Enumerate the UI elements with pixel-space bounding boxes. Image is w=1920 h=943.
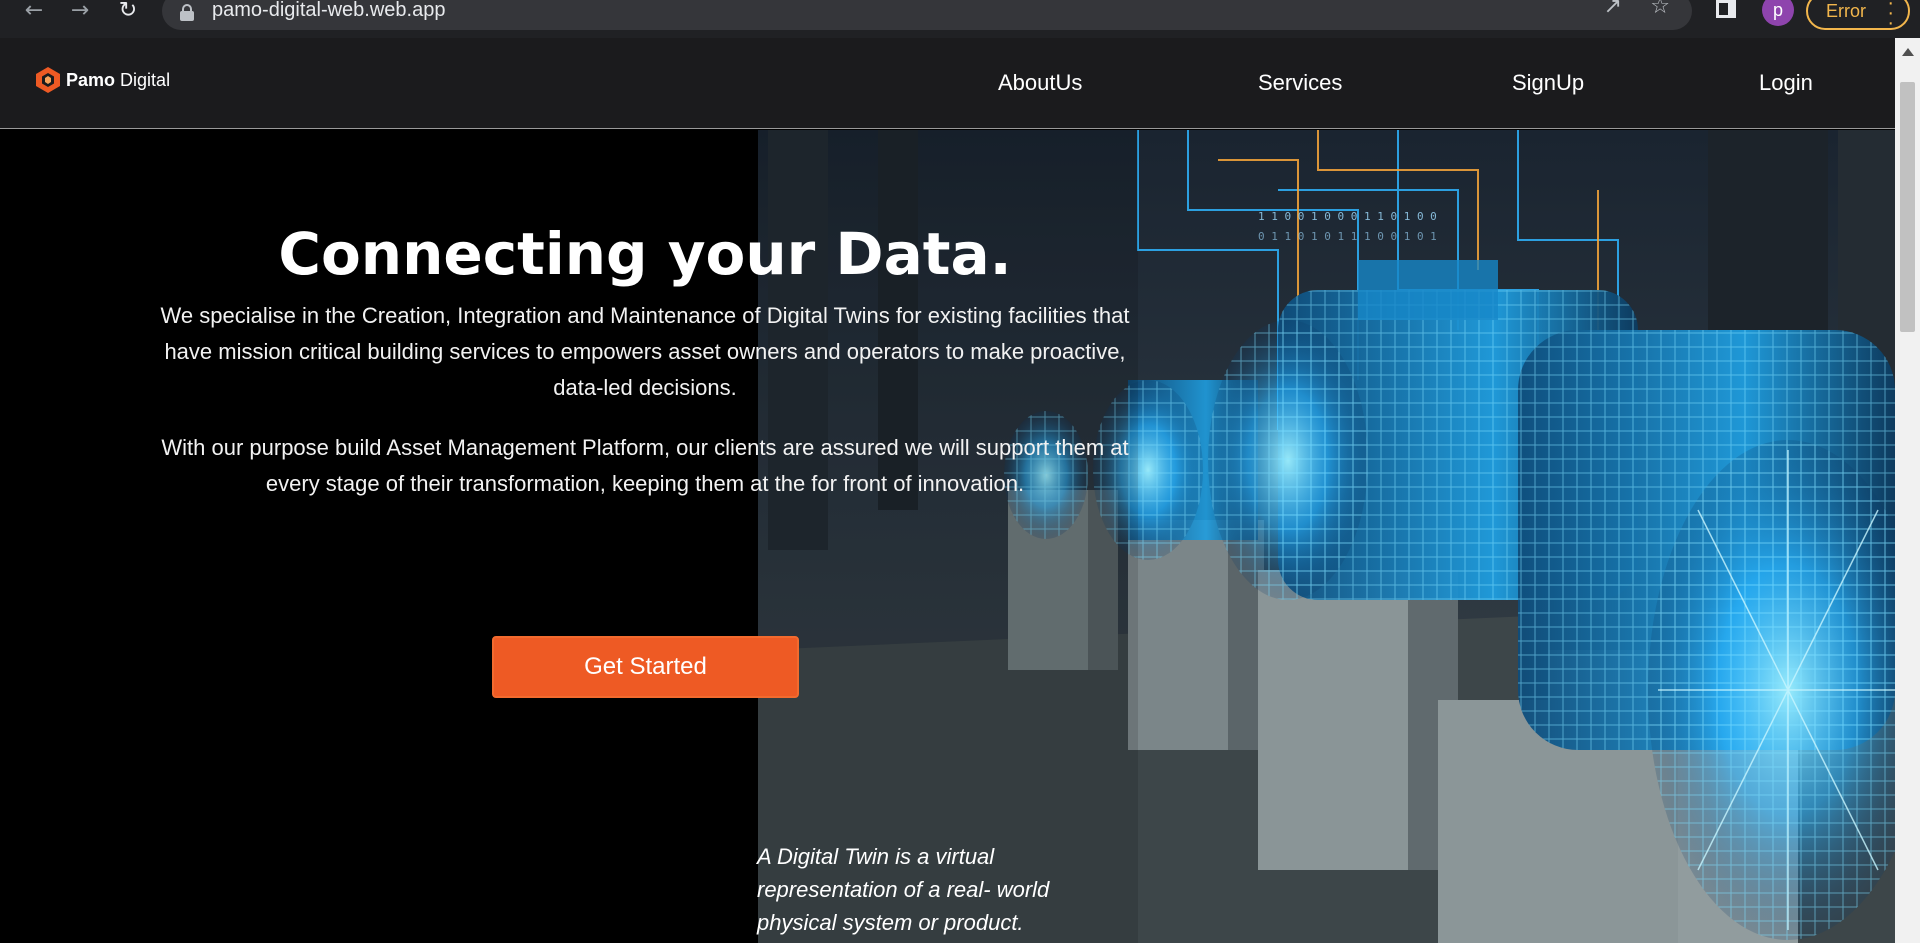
get-started-button[interactable]: Get Started: [492, 636, 799, 698]
nav-signup[interactable]: SignUp: [1512, 70, 1584, 96]
lock-icon[interactable]: [180, 4, 194, 21]
reload-icon[interactable]: ↻: [110, 0, 146, 28]
error-button[interactable]: Error · · ·: [1806, 0, 1910, 33]
profile-avatar[interactable]: p: [1762, 0, 1794, 26]
star-icon[interactable]: ☆: [1650, 0, 1670, 19]
share-icon[interactable]: ↗: [1604, 0, 1622, 19]
browser-toolbar: ← → ↻ pamo-digital-web.web.app ↗ ☆ p Err…: [0, 0, 1920, 38]
site-header: Pamo Digital AboutUs Services SignUp Log…: [0, 38, 1895, 129]
scrollbar-thumb[interactable]: [1900, 82, 1915, 332]
address-bar[interactable]: pamo-digital-web.web.app ↗ ☆: [162, 0, 1692, 30]
logo[interactable]: Pamo Digital: [34, 66, 170, 94]
sidebar-icon[interactable]: [1716, 0, 1736, 18]
url-text[interactable]: pamo-digital-web.web.app: [212, 0, 445, 22]
page-scrollbar[interactable]: [1895, 38, 1920, 943]
logo-text: Pamo Digital: [66, 69, 171, 90]
forward-icon[interactable]: →: [62, 0, 98, 28]
more-icon[interactable]: · · ·: [1887, 0, 1894, 33]
hero-copy: Connecting your Data. We specialise in t…: [150, 220, 1140, 502]
hero-headline: Connecting your Data.: [278, 220, 1012, 288]
hero-section: 1 1 0 0 1 0 0 0 1 1 0 1 0 0 0 1 1 0 1 0 …: [0, 130, 1895, 943]
nav-services[interactable]: Services: [1258, 70, 1342, 96]
logo-icon: [36, 67, 60, 93]
hero-paragraph-2: With our purpose build Asset Management …: [161, 435, 1129, 496]
hero-paragraph-1: We specialise in the Creation, Integrati…: [160, 303, 1130, 400]
error-label: Error: [1826, 0, 1866, 21]
digital-twin-caption: A Digital Twin is a virtual representati…: [757, 844, 1050, 935]
nav-login[interactable]: Login: [1759, 70, 1813, 96]
back-icon[interactable]: ←: [16, 0, 52, 28]
scroll-up-arrow-icon[interactable]: [1902, 48, 1914, 56]
nav-about-us[interactable]: AboutUs: [998, 70, 1082, 96]
